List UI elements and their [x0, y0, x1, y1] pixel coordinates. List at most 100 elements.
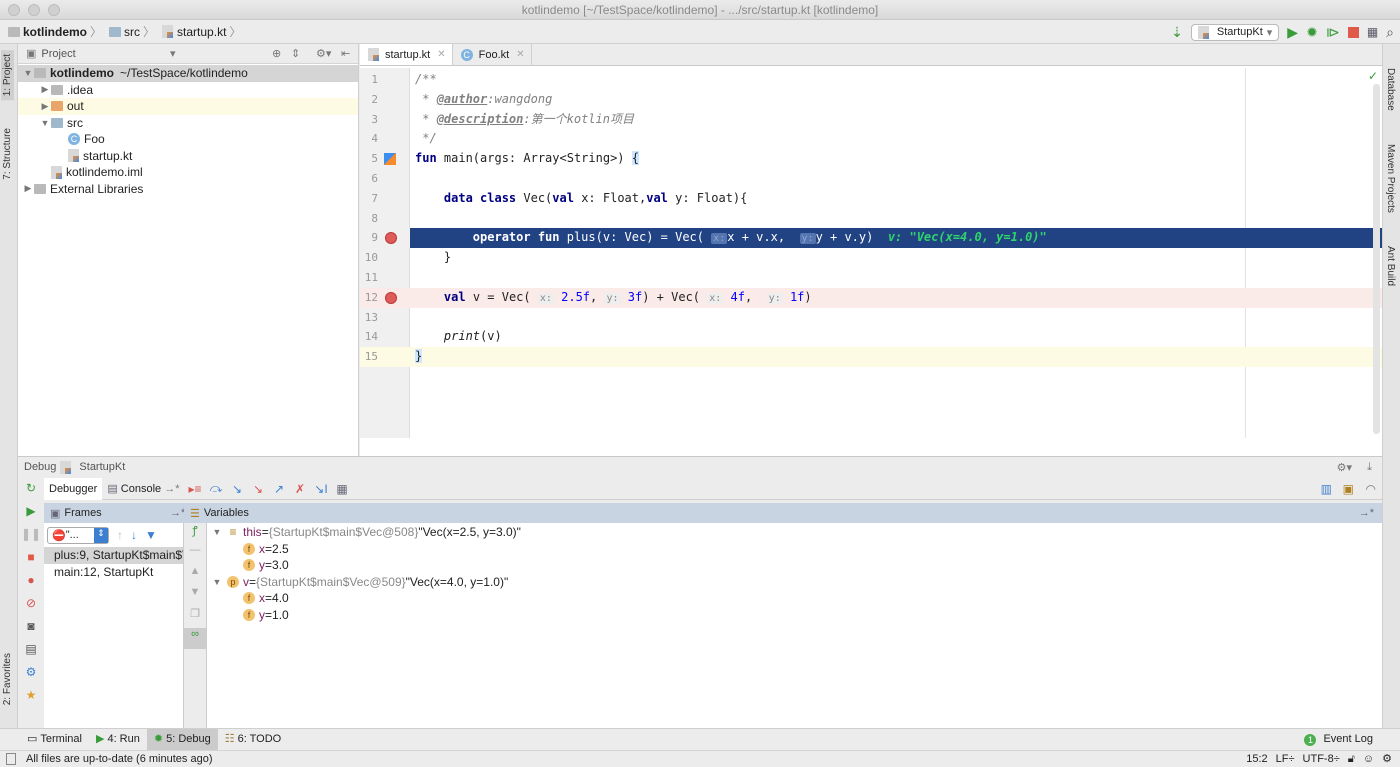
code-line[interactable]: 12 val v = Vec( x: 2.5f, y: 3f) + Vec( x… [360, 287, 1382, 308]
hide-icon[interactable]: ⇤ [341, 47, 350, 60]
collapse-icon[interactable]: ⇕ [291, 47, 300, 60]
lock-icon[interactable]: 🔓︎ [1348, 751, 1355, 767]
event-log-button[interactable]: 1 Event Log [1297, 729, 1380, 750]
tool-tab-ant[interactable]: Ant Build [1385, 246, 1396, 286]
force-step-into-icon[interactable]: ↘ [250, 482, 266, 496]
locate-icon[interactable]: ⊕ [272, 47, 281, 60]
bottom-tab-run[interactable]: ▶ 4: Run [89, 729, 147, 750]
chevron-down-icon[interactable]: ▼ [211, 524, 223, 541]
chevron-right-icon[interactable]: ▶ [39, 84, 51, 95]
variable-row[interactable]: fx = 2.5 [207, 541, 1382, 558]
tree-item[interactable]: startup.kt [18, 148, 358, 165]
mute-breakpoints-icon[interactable]: ⊘ [18, 592, 44, 615]
breadcrumb-src[interactable]: src 〉 [109, 23, 158, 40]
notifications-icon[interactable]: ⚙ [1382, 751, 1392, 767]
caret-position[interactable]: 15:2 [1246, 751, 1267, 767]
breakpoint-icon[interactable] [385, 291, 397, 304]
remove-watch-icon[interactable]: — [184, 544, 206, 565]
favorites-star-icon[interactable]: ★ [18, 684, 44, 707]
tool-tab-favorites[interactable]: 2: Favorites [1, 649, 14, 709]
camera-icon[interactable]: ◙ [18, 615, 44, 638]
tool-tab-database[interactable]: Database [1385, 68, 1396, 111]
project-structure-icon[interactable]: ▦ [1367, 25, 1378, 39]
project-view-select[interactable]: Project [41, 48, 75, 60]
variable-row[interactable]: fx = 4.0 [207, 590, 1382, 607]
tree-item[interactable]: ▶ External Libraries [18, 181, 358, 198]
hide-panel-icon[interactable]: ⤓ [1367, 461, 1372, 474]
editor-scrollbar[interactable] [1373, 84, 1380, 434]
zoom-window-button[interactable] [48, 4, 60, 16]
toggle-tool-windows-icon[interactable] [6, 753, 16, 765]
arrow-up-icon[interactable]: ↑ [117, 528, 123, 542]
stop-icon[interactable]: ■ [18, 546, 44, 569]
breadcrumb-file[interactable]: startup.kt 〉 [162, 23, 244, 40]
move-down-icon[interactable]: ▼ [184, 586, 206, 607]
gear-icon[interactable]: ⚙▾ [316, 47, 331, 60]
minimize-window-button[interactable] [28, 4, 40, 16]
debug-config-tab[interactable]: StartupKt [79, 461, 125, 473]
code-line[interactable]: 15} [360, 347, 1382, 367]
new-watch-icon[interactable]: ꝭ [184, 523, 206, 544]
settings-icon[interactable]: ⚙ [18, 661, 44, 684]
build-icon[interactable]: ⇣ [1171, 24, 1183, 41]
step-over-icon[interactable]: ⤼ [208, 481, 224, 496]
code-line[interactable]: 3 * @description:第一个kotlin项目 [360, 110, 1382, 130]
tab-startup-kt[interactable]: startup.kt ✕ [360, 44, 453, 65]
tree-item[interactable]: C Foo [18, 131, 358, 148]
close-window-button[interactable] [8, 4, 20, 16]
restore-layout-icon[interactable]: ▥ [1321, 482, 1332, 496]
bottom-tab-todo[interactable]: ☷ 6: TODO [218, 729, 288, 750]
file-encoding[interactable]: UTF-8÷ [1303, 751, 1340, 767]
coverage-icon[interactable]: ⧐ [1326, 24, 1340, 41]
line-separator[interactable]: LF÷ [1276, 751, 1295, 767]
code-line[interactable]: 4 */ [360, 129, 1382, 149]
variable-row[interactable]: fy = 1.0 [207, 607, 1382, 624]
search-icon[interactable]: ⌕ [1386, 24, 1394, 41]
run-config-select[interactable]: StartupKt ▾ [1190, 23, 1280, 41]
chevron-down-icon[interactable]: ▼ [39, 118, 51, 128]
watches-toggle-icon[interactable]: ∞ [184, 628, 206, 649]
chevron-down-icon[interactable]: ▾ [170, 47, 176, 60]
inspector-icon[interactable]: ☺ [1363, 751, 1374, 767]
chevron-right-icon[interactable]: ▶ [39, 101, 51, 112]
tool-tab-maven[interactable]: Maven Projects [1385, 144, 1396, 213]
thread-select[interactable]: ⛔ "... ⇕ [47, 526, 109, 544]
tree-item[interactable]: ▼ src [18, 115, 358, 132]
code-line[interactable]: 1 /** [360, 70, 1382, 90]
arrow-down-icon[interactable]: ↓ [131, 528, 137, 542]
resume-icon[interactable]: ▶ [18, 500, 44, 523]
filter-icon[interactable]: ▼ [145, 528, 157, 542]
tab-debugger[interactable]: Debugger [44, 477, 103, 500]
variable-row[interactable]: fy = 3.0 [207, 557, 1382, 574]
step-out-icon[interactable]: ↗ [271, 482, 287, 496]
debug-icon[interactable]: ✹ [1306, 24, 1318, 41]
chevron-down-icon[interactable]: ▼ [22, 68, 34, 78]
code-line[interactable]: 8 [360, 209, 1382, 229]
gear-icon[interactable]: ⚙▾ [1337, 461, 1352, 474]
gauge-icon[interactable]: ◠ [1366, 482, 1376, 496]
copy-icon[interactable]: ❐ [184, 607, 206, 628]
run-to-cursor-icon[interactable]: ↘I [313, 482, 329, 496]
tree-item[interactable]: ▼ kotlindemo ~/TestSpace/kotlindemo [18, 65, 358, 82]
rerun-icon[interactable]: ↻ [18, 477, 44, 500]
code-line[interactable]: 7 data class Vec(val x: Float,val y: Flo… [360, 189, 1382, 209]
bottom-tab-terminal[interactable]: ▭ Terminal [20, 729, 89, 750]
step-into-icon[interactable]: ↘ [229, 482, 245, 496]
code-line[interactable]: 9 operator fun plus(v: Vec) = Vec( x: x +… [360, 228, 1382, 249]
code-line[interactable]: 2 * @author:wangdong [360, 90, 1382, 110]
code-line[interactable]: 13 [360, 308, 1382, 328]
tree-item[interactable]: ▶ out [18, 98, 358, 115]
tree-item[interactable]: ▶ .idea [18, 82, 358, 99]
close-icon[interactable]: ✕ [516, 49, 524, 60]
breadcrumb-project[interactable]: kotlindemo 〉 [8, 23, 105, 40]
code-line[interactable]: 6 [360, 169, 1382, 189]
drop-frame-icon[interactable]: ✗ [292, 482, 308, 496]
code-line[interactable]: 14 print(v) [360, 327, 1382, 347]
tab-foo-kt[interactable]: C Foo.kt ✕ [453, 44, 532, 65]
layout-icon[interactable]: ▤ [18, 638, 44, 661]
frame-item[interactable]: main:12, StartupKt [44, 564, 183, 581]
variable-row[interactable]: ▼ p v = {StartupKt$main$Vec@509} "Vec(x=4.… [207, 574, 1382, 591]
show-execution-point-icon[interactable]: ▸≡ [187, 482, 203, 496]
memory-icon[interactable]: ▣ [1343, 482, 1354, 496]
code-line[interactable]: 11 [360, 268, 1382, 288]
